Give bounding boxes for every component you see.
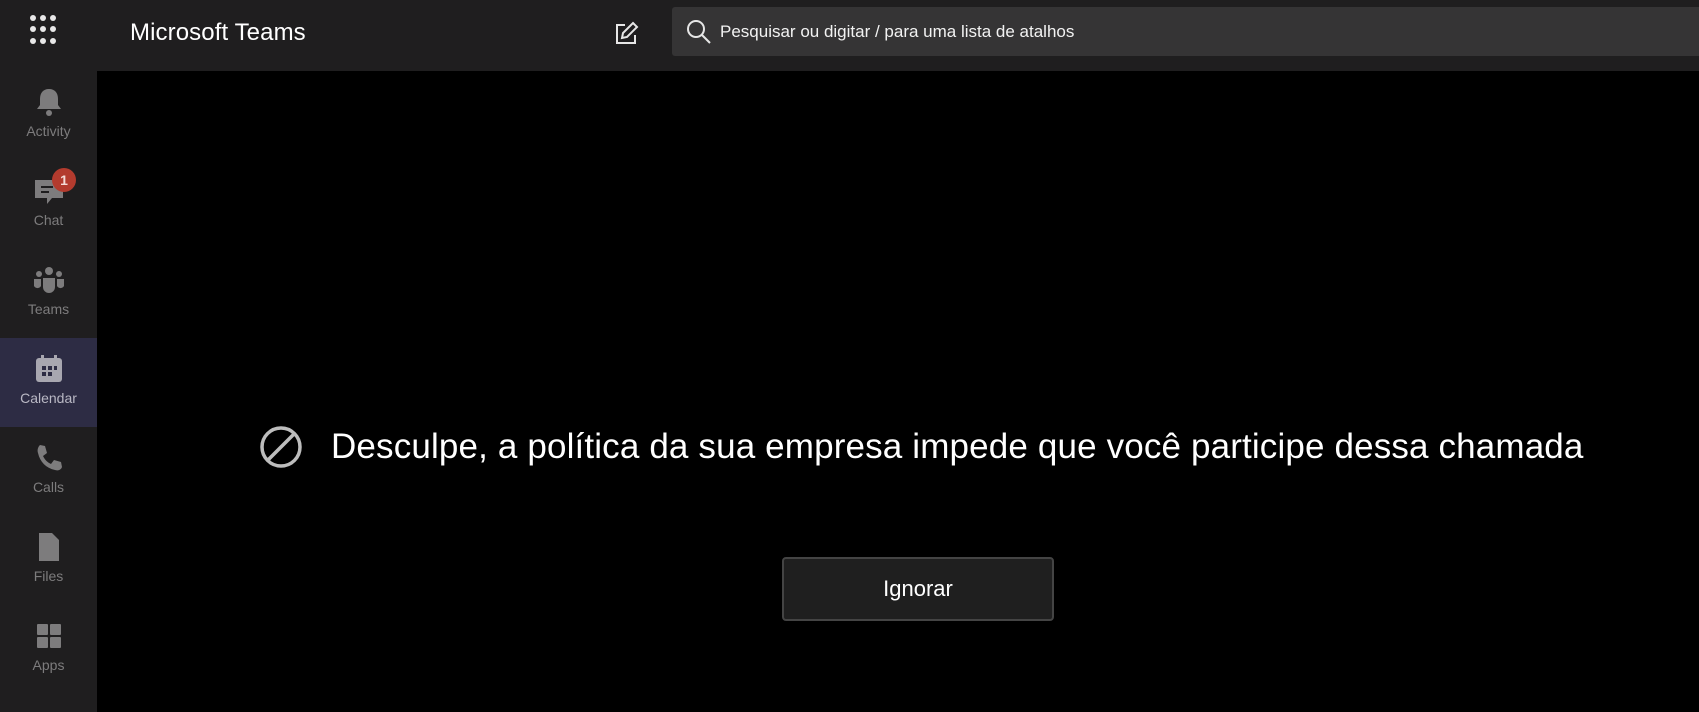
phone-icon <box>32 441 66 475</box>
sidebar-item-label: Chat <box>33 212 64 228</box>
sidebar-item-label: Calendar <box>20 390 77 406</box>
app-launcher-icon[interactable] <box>30 15 58 45</box>
sidebar-item-calls[interactable]: Calls <box>0 427 97 516</box>
file-icon <box>32 530 66 564</box>
top-bar: Microsoft Teams <box>0 0 1699 71</box>
ignore-button[interactable]: Ignorar <box>782 557 1054 621</box>
sidebar-item-label: Activity <box>26 123 71 139</box>
sidebar-item-apps[interactable]: Apps <box>0 605 97 694</box>
sidebar-item-label: Calls <box>32 479 65 495</box>
blocked-icon <box>258 424 304 470</box>
error-message: Desculpe, a política da sua empresa impe… <box>331 427 1584 466</box>
sidebar-item-label: Files <box>33 568 64 584</box>
sidebar-item-activity[interactable]: Activity <box>0 71 97 160</box>
teams-icon <box>32 263 66 297</box>
sidebar-item-chat[interactable]: 1 Chat <box>0 160 97 249</box>
policy-block-message: Desculpe, a política da sua empresa impe… <box>258 424 1584 470</box>
unread-badge: 1 <box>52 168 76 192</box>
sidebar-item-calendar[interactable]: Calendar <box>0 338 97 427</box>
sidebar-item-label: Apps <box>32 657 65 673</box>
app-bar: Activity 1 Chat Teams Calendar Calls Fil… <box>0 71 97 712</box>
apps-icon <box>32 619 66 653</box>
search-icon <box>686 19 712 45</box>
sidebar-item-teams[interactable]: Teams <box>0 249 97 338</box>
sidebar-item-files[interactable]: Files <box>0 516 97 605</box>
bell-icon <box>32 85 66 119</box>
search-bar[interactable] <box>672 7 1699 56</box>
sidebar-item-label: Teams <box>27 301 70 317</box>
app-title: Microsoft Teams <box>130 19 306 46</box>
new-chat-icon[interactable] <box>612 20 640 48</box>
search-input[interactable] <box>720 7 1620 56</box>
calendar-icon <box>32 352 66 386</box>
